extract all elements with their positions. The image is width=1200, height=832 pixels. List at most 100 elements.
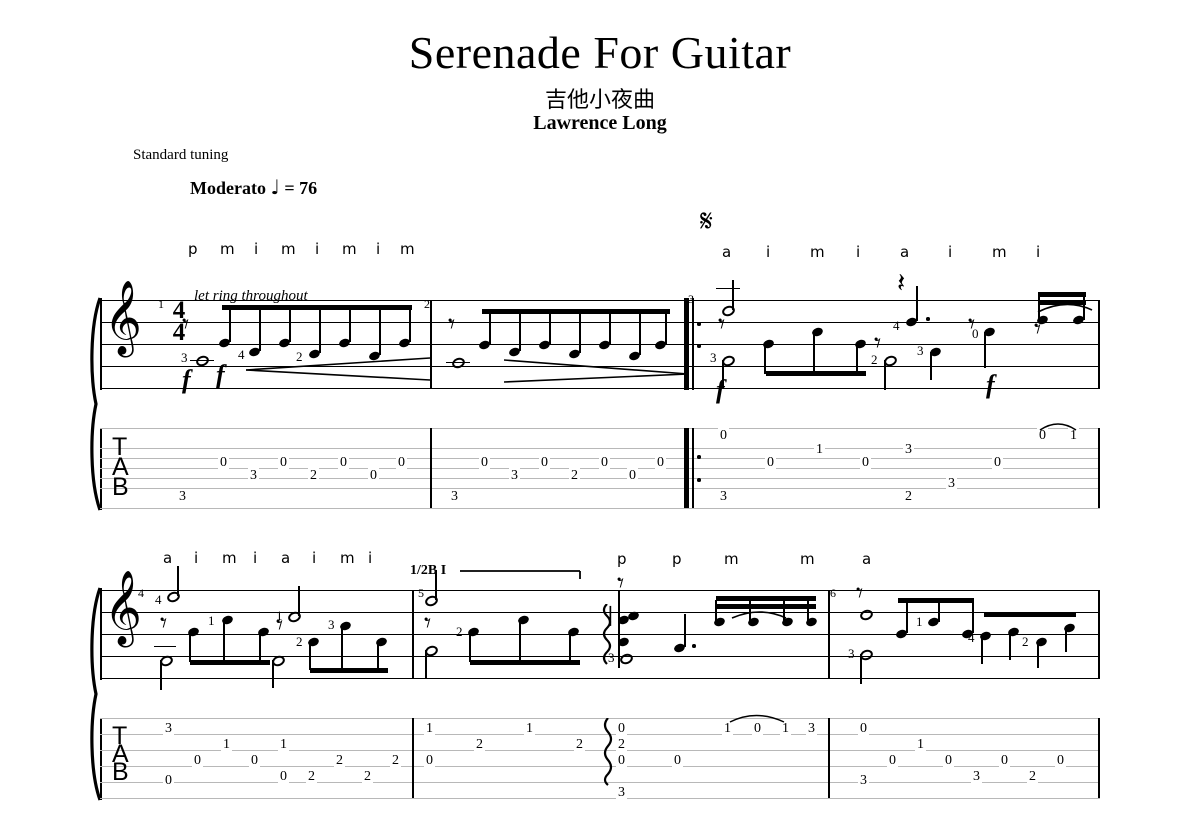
note-stem [639, 312, 641, 355]
rh-fingering: i [254, 240, 259, 258]
lh-fingering: 3 [181, 350, 188, 365]
tab-number: 0 [858, 721, 869, 737]
rh-fingering: m [810, 243, 825, 261]
tab-number: 2 [474, 737, 485, 753]
barline [828, 590, 830, 679]
staff-line [100, 590, 1100, 591]
barline [412, 590, 414, 679]
barline [430, 300, 432, 389]
tab-number: 1 [814, 442, 825, 458]
staff-line [100, 322, 1100, 323]
tab-line [100, 734, 1100, 735]
beam [898, 598, 974, 603]
tab-line [100, 448, 1100, 449]
note-stem [160, 660, 162, 690]
segno-icon: 𝄋 [700, 204, 713, 239]
tab-repeat-thin [692, 428, 694, 508]
note-stem [981, 636, 983, 664]
rh-fingering: m [800, 550, 815, 568]
tab-number: 1 [915, 737, 926, 753]
tab-number: 3 [449, 489, 460, 505]
tab-number: 1 [524, 721, 535, 737]
ledger-line [154, 646, 176, 648]
tab-number: 3 [806, 721, 817, 737]
slur [1037, 303, 1093, 313]
lh-fingering: 4 [238, 347, 245, 362]
lh-fingering: 4 [893, 318, 900, 333]
note-stem [519, 620, 521, 662]
system-brace [90, 297, 102, 511]
tab-number: 2 [306, 769, 317, 785]
note-stem [298, 586, 300, 616]
staff-line [100, 678, 1100, 679]
tab-number: 0 [192, 753, 203, 769]
rh-fingering: i [856, 243, 861, 261]
rh-fingering: m [340, 549, 355, 567]
barre-bracket [460, 570, 581, 579]
rh-fingering: i [368, 549, 373, 567]
note-stem [272, 660, 274, 688]
tab-number: 0 [539, 455, 550, 471]
rh-fingering: i [194, 549, 199, 567]
tab-number: 3 [858, 773, 869, 789]
tab-number: 2 [362, 769, 373, 785]
note-stem [579, 312, 581, 353]
lh-fingering: 2 [296, 634, 303, 649]
tab-number: 0 [765, 455, 776, 471]
tab-number: 0 [1055, 753, 1066, 769]
staff-line [100, 656, 1100, 657]
treble-clef-icon: 𝄞 [104, 571, 142, 645]
tab-letter-b: B [112, 758, 129, 786]
subtitle-chinese: 吉他小夜曲 [544, 88, 655, 113]
half-note [165, 590, 182, 604]
ledger-line [154, 656, 176, 658]
augmentation-dot [926, 317, 930, 321]
tab-number: 3 [509, 468, 520, 484]
ledger-line [716, 288, 740, 290]
let-ring-text: let ring throughout [194, 288, 308, 304]
eighth-rest-icon: 𝄾 [856, 578, 864, 609]
tab-number: 0 [999, 753, 1010, 769]
system-brace [90, 587, 102, 801]
note-stem [609, 312, 611, 344]
rh-fingering: a [862, 550, 872, 568]
tab-number: 1 [278, 737, 289, 753]
hairpin-crescendo [246, 357, 431, 381]
tab-barline [1098, 718, 1100, 798]
rh-fingering: p [617, 550, 627, 568]
rh-fingering: a [900, 243, 910, 261]
tab-number: 2 [390, 753, 401, 769]
tab-arpeggio-icon [603, 718, 613, 786]
note-stem [807, 600, 809, 622]
tab-number: 0 [599, 455, 610, 471]
ledger-line [190, 360, 214, 362]
note-stem [377, 642, 379, 670]
note-stem [309, 642, 311, 670]
rh-fingering: a [722, 243, 732, 261]
lh-fingering: 4 [155, 592, 162, 607]
note-stem [569, 632, 571, 662]
tab-number: 0 [616, 753, 627, 769]
note-stem [1065, 628, 1067, 652]
augmentation-dot [692, 644, 696, 648]
tab-line [100, 508, 1100, 509]
tab-number: 1 [424, 721, 435, 737]
tab-repeat-barline [684, 428, 689, 508]
note-stem [618, 590, 620, 668]
note-stem [856, 344, 858, 374]
tab-number: 0 [992, 455, 1003, 471]
note-stem [289, 308, 291, 342]
note-stem [549, 312, 551, 344]
quarter-note-icon: ♩ [270, 175, 280, 199]
note-stem [1037, 642, 1039, 668]
lh-fingering: 3 [608, 650, 615, 665]
beam [766, 371, 866, 376]
measure-number: 6 [830, 586, 836, 600]
lh-fingering: 1 [276, 608, 283, 623]
hairpin-diminuendo [504, 359, 689, 383]
beam [482, 309, 670, 314]
tab-number: 0 [943, 753, 954, 769]
beam [470, 660, 580, 665]
tab-line [100, 782, 1100, 783]
rh-fingering: m [992, 243, 1007, 261]
